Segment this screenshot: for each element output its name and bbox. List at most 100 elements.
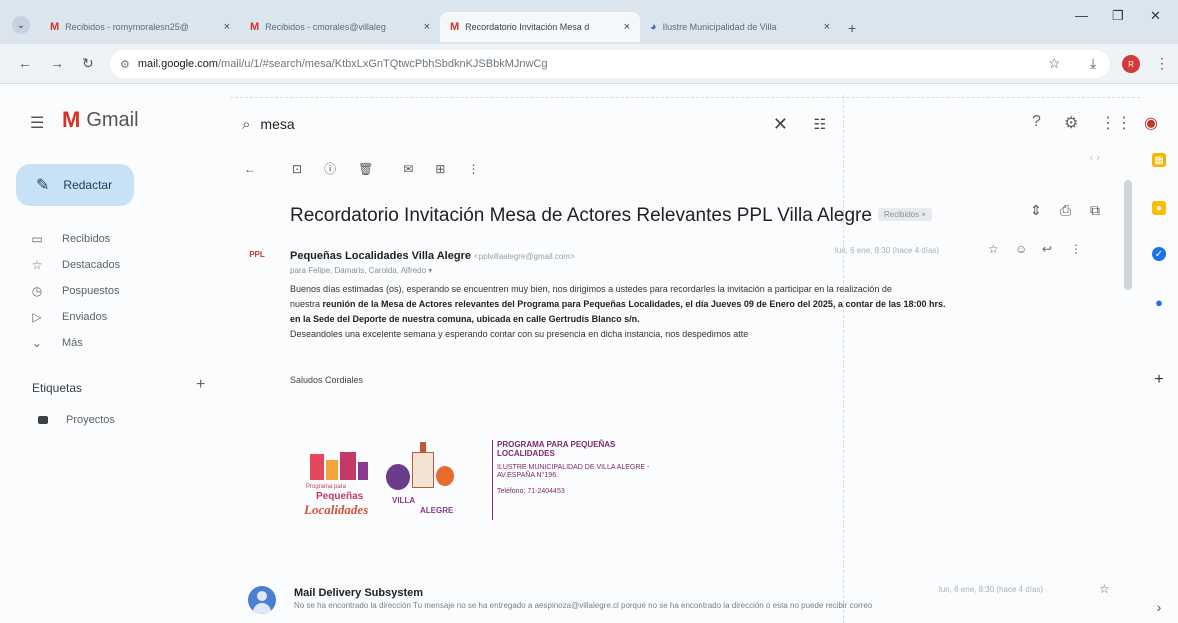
sidebar-item-recibidos[interactable]: ▭ Recibidos xyxy=(0,226,220,252)
thread-next-message[interactable]: Mail Delivery Subsystem No se ha encontr… xyxy=(244,580,1134,620)
chevron-down-icon: ⌄ xyxy=(31,336,43,350)
minimize-icon[interactable]: — xyxy=(1075,8,1088,23)
sidebar-item-destacados[interactable]: ☆ Destacados xyxy=(0,252,220,278)
search-options-icon[interactable]: ☷ xyxy=(813,116,826,133)
pager-arrows-icon[interactable]: ‹ › xyxy=(1090,152,1100,164)
fruit-icon xyxy=(436,466,454,486)
sidebar-item-label: Enviados xyxy=(62,311,108,323)
compose-label: Redactar xyxy=(63,178,113,192)
more-actions-icon[interactable]: ⋮ xyxy=(467,162,479,176)
expand-icon[interactable]: ⇕ xyxy=(1030,202,1042,219)
emoji-react-icon[interactable]: ☺ xyxy=(1015,242,1027,256)
add-label-icon[interactable]: + xyxy=(196,376,205,394)
tab-label: Recordatorio Invitación Mesa d xyxy=(465,22,590,32)
sidebar-label-proyectos[interactable]: Proyectos xyxy=(38,414,115,426)
body-line: Buenos días estimadas (os), esperando se… xyxy=(290,284,892,294)
keep-icon[interactable]: ● xyxy=(1152,201,1166,215)
body-line: Deseandoles una excelente semana y esper… xyxy=(290,329,749,339)
body-text: nuestra xyxy=(290,299,321,309)
signature-address: ILUSTRE MUNICIPALIDAD DE VILLA ALEGRE - … xyxy=(497,464,650,479)
search-bar[interactable]: ⌕ mesa ✕ ☷ xyxy=(230,103,840,145)
contacts-icon[interactable]: ● xyxy=(1152,295,1166,310)
sidebar-item-enviados[interactable]: ▷ Enviados xyxy=(0,304,220,330)
main-menu-icon[interactable]: ☰ xyxy=(30,113,44,133)
maximize-icon[interactable]: ❐ xyxy=(1112,8,1124,24)
back-to-list-icon[interactable]: ← xyxy=(244,162,256,176)
tab-search-icon[interactable]: ⌄ xyxy=(12,16,30,34)
recipients[interactable]: para Felipe, Damaris, Carolda, Alfredo ▾ xyxy=(290,266,432,275)
inbox-label-chip[interactable]: Recibidos × xyxy=(878,208,933,221)
tab-strip: M Recibidos - romymoralesn25@ × M Recibi… xyxy=(40,12,856,44)
profile-avatar[interactable]: R xyxy=(1122,55,1140,73)
logo-text: Localidades xyxy=(304,502,369,517)
close-tab-icon[interactable]: × xyxy=(824,21,830,33)
more-options-icon[interactable]: ⋮ xyxy=(1070,242,1082,256)
tasks-icon[interactable]: ✓ xyxy=(1152,247,1166,261)
archive-icon[interactable]: ⊡ xyxy=(292,162,302,176)
logo-text: ALEGRE xyxy=(420,506,454,515)
calendar-icon[interactable]: ▦ xyxy=(1152,153,1166,167)
close-window-icon[interactable]: ✕ xyxy=(1150,8,1161,24)
apps-grid-icon[interactable]: ⋮⋮ xyxy=(1100,113,1132,133)
browser-menu-icon[interactable]: ⋮ xyxy=(1155,55,1169,72)
expand-panel-icon[interactable]: › xyxy=(1152,599,1166,615)
settings-icon[interactable]: ⚙ xyxy=(1064,113,1078,133)
star-icon[interactable]: ☆ xyxy=(1099,582,1110,596)
browser-tab[interactable]: ◕ Ilustre Municipalidad de Villa × xyxy=(640,12,840,42)
cross-icon xyxy=(420,442,426,452)
reload-icon[interactable]: ↻ xyxy=(82,55,94,72)
sender-name[interactable]: Pequeñas Localidades Villa Alegre xyxy=(290,250,471,262)
send-icon: ▷ xyxy=(32,310,42,324)
logo-building-icon xyxy=(326,460,338,480)
compose-button[interactable]: ✎ Redactar xyxy=(16,164,134,206)
mark-unread-icon[interactable]: ✉ xyxy=(403,162,413,176)
close-tab-icon[interactable]: × xyxy=(224,21,230,33)
signature-details: PROGRAMA PARA PEQUEÑAS LOCALIDADES ILUST… xyxy=(492,440,657,520)
logo-building-icon xyxy=(310,454,324,480)
bookmark-star-icon[interactable]: ☆ xyxy=(1048,55,1061,72)
move-to-icon[interactable]: ⊞ xyxy=(435,162,445,176)
browser-tab-bar: ⌄ M Recibidos - romymoralesn25@ × M Reci… xyxy=(0,0,1178,44)
sidebar-item-label: Pospuestos xyxy=(62,285,120,297)
message-toolbar: ← ⊡ ⓘ 🗑 ✉ ⊞ ⋮ xyxy=(244,160,479,177)
close-tab-icon[interactable]: × xyxy=(424,21,430,33)
new-tab-button[interactable]: + xyxy=(848,20,856,36)
back-icon[interactable]: ← xyxy=(18,55,32,71)
close-tab-icon[interactable]: × xyxy=(624,21,630,33)
add-addon-icon[interactable]: + xyxy=(1152,371,1166,388)
report-spam-icon[interactable]: ⓘ xyxy=(324,160,336,177)
gmail-m-icon: M xyxy=(62,107,81,132)
email-view: ← ⊡ ⓘ 🗑 ✉ ⊞ ⋮ ‹ › Recordatorio Invitació… xyxy=(230,150,1140,623)
delete-icon[interactable]: 🗑 xyxy=(358,162,373,176)
url-path: /mail/u/1/#search/mesa/KtbxLxGnTQtwcPbhS… xyxy=(217,58,548,70)
url-field[interactable]: ⚙ mail.google.com/mail/u/1/#search/mesa/… xyxy=(110,50,1110,78)
search-icon[interactable]: ⌕ xyxy=(242,116,250,133)
browser-tab[interactable]: M Recibidos - romymoralesn25@ × xyxy=(40,12,240,42)
star-icon[interactable]: ☆ xyxy=(988,242,999,256)
sidebar-item-mas[interactable]: ⌄ Más xyxy=(0,330,220,356)
site-info-icon[interactable]: ⚙ xyxy=(120,58,130,71)
logo-building-icon xyxy=(340,452,356,480)
sidebar-item-pospuestos[interactable]: ◷ Pospuestos xyxy=(0,278,220,304)
open-new-window-icon[interactable]: ⧉ xyxy=(1090,202,1100,219)
gmail-logo[interactable]: M Gmail xyxy=(62,107,139,133)
clear-search-icon[interactable]: ✕ xyxy=(773,114,788,135)
municipality-favicon-icon: ◕ xyxy=(650,21,657,33)
greeting: Saludos Cordiales xyxy=(290,375,364,385)
browser-tab-active[interactable]: M Recordatorio Invitación Mesa d × xyxy=(440,12,640,42)
forward-icon[interactable]: → xyxy=(50,55,64,71)
gmail-favicon-icon: M xyxy=(50,21,60,33)
reply-icon[interactable]: ↩ xyxy=(1042,242,1052,256)
search-input[interactable]: mesa xyxy=(260,116,294,132)
download-icon[interactable]: ⤓ xyxy=(1090,55,1096,72)
print-icon[interactable]: ⎙ xyxy=(1060,202,1071,219)
browser-tab[interactable]: M Recibidos - cmorales@villaleg × xyxy=(240,12,440,42)
help-icon[interactable]: ? xyxy=(1032,113,1041,131)
church-icon xyxy=(412,452,434,488)
grapes-icon xyxy=(386,464,410,490)
scrollbar[interactable] xyxy=(1124,180,1132,290)
profile-initial: R xyxy=(1122,55,1140,73)
body-bold-text: reunión de la Mesa de Actores relevantes… xyxy=(322,299,946,309)
address-bar: ← → ↻ ⚙ mail.google.com/mail/u/1/#search… xyxy=(0,44,1178,84)
gmail-favicon-icon: M xyxy=(450,21,460,33)
